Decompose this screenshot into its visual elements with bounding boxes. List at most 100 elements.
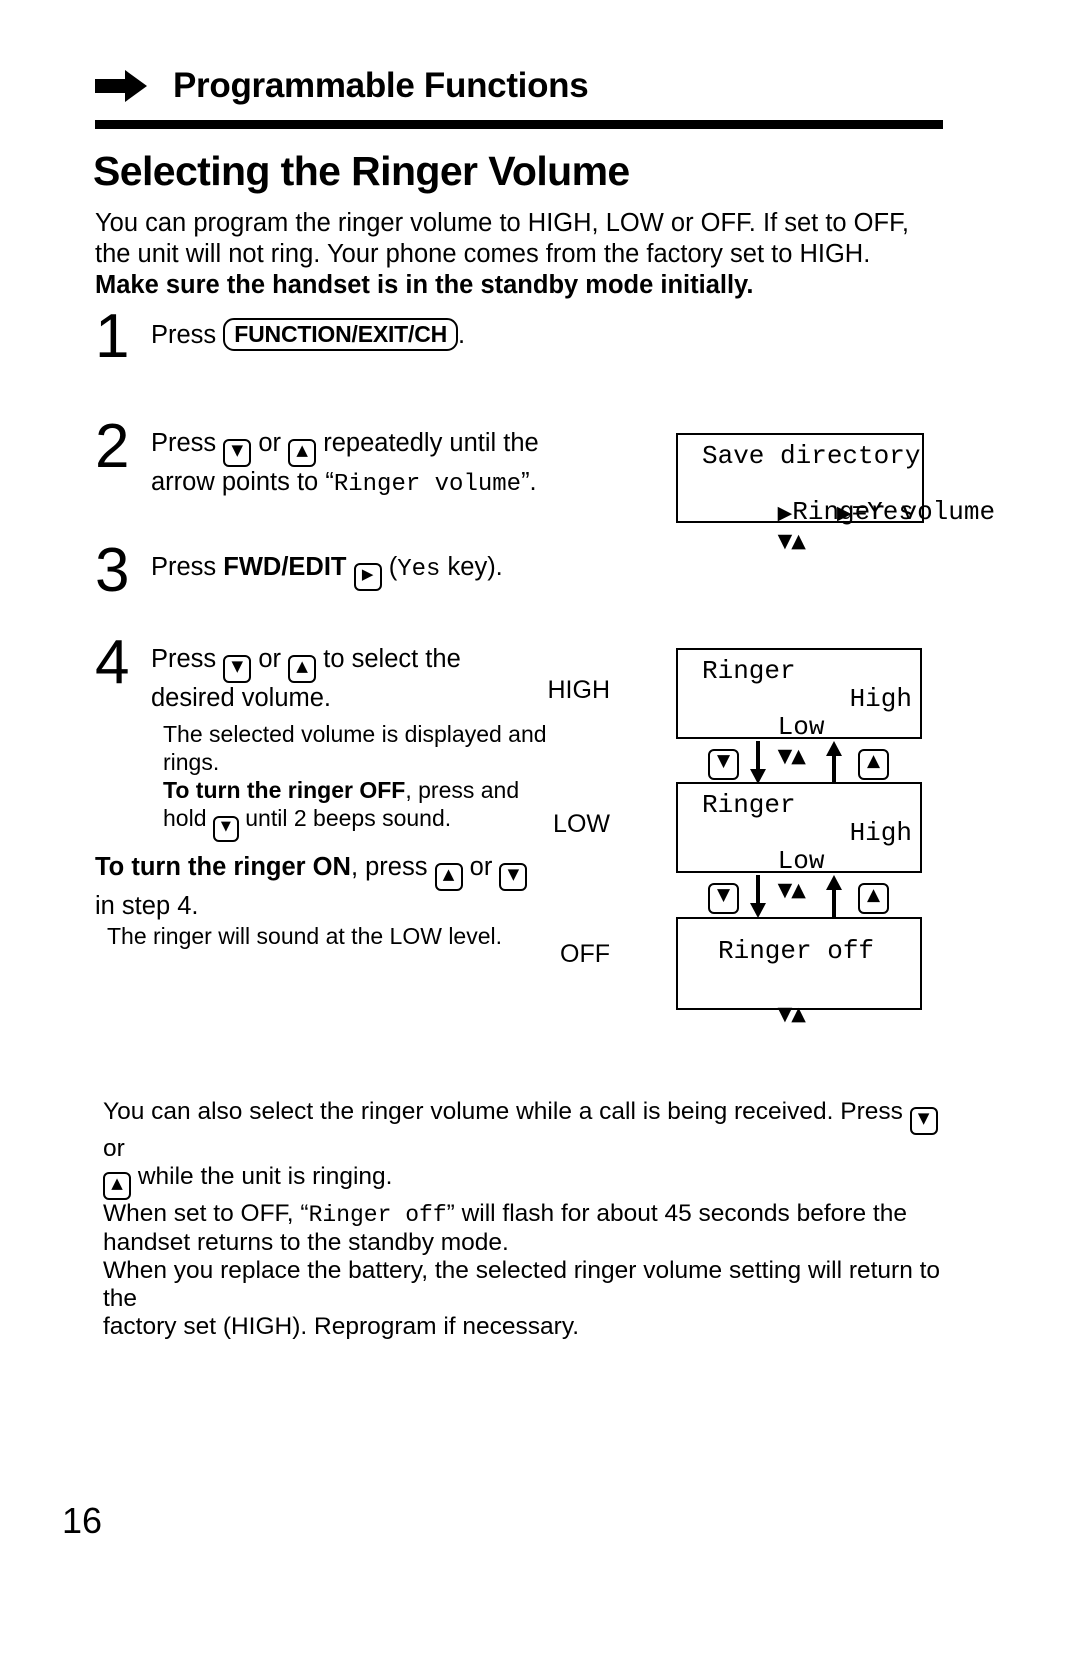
step-3-yes-mono: Yes xyxy=(397,556,441,583)
step-2-press-label: Press xyxy=(151,429,217,457)
step-4-number: 4 xyxy=(95,628,130,697)
step-3: 3 Press FWD/EDIT ▶ (Yes key). xyxy=(95,540,655,612)
lcd-step2-line-2: ▶Ringer volume xyxy=(684,470,995,526)
lcd-display-off: Ringer off ▼▲ xyxy=(676,917,922,1025)
step-3-fwd-edit-label: FWD/EDIT xyxy=(223,553,347,581)
turn-on-bold: To turn the ringer ON xyxy=(95,853,351,881)
flow-connector-1: ▼ ▲ xyxy=(676,741,922,784)
step-2-number: 2 xyxy=(95,412,130,481)
notes-line-3: When set to OFF, “Ringer off” will flash… xyxy=(103,1200,948,1229)
step-4: 4 Press ▼ or ▲ to select the desired vol… xyxy=(95,632,655,842)
step-4-or: or xyxy=(258,645,282,673)
page-title: Programmable Functions xyxy=(173,66,589,105)
lcd-low-line-3: ▼▲ xyxy=(684,847,912,901)
notes-line-2-text: while the unit is ringing. xyxy=(137,1163,393,1190)
turn-on-or: or xyxy=(469,853,493,881)
step-2: 2 Press ▼ or ▲ repeatedly until the arro… xyxy=(95,416,655,508)
right-arrow-icon xyxy=(95,69,147,103)
flow-label-low: LOW xyxy=(553,810,610,838)
notes-line-1: You can also select the ringer volume wh… xyxy=(103,1098,948,1163)
step-2-or: or xyxy=(258,429,282,457)
lcd-yes-text: =Yes xyxy=(851,497,914,527)
step-4-sub-line-4-text: until 2 beeps sound. xyxy=(245,805,452,831)
notes-line-4: handset returns to the standby mode. xyxy=(103,1229,509,1256)
lcd-high-line-1: Ringer xyxy=(702,656,796,686)
up-key[interactable]: ▲ xyxy=(288,655,317,683)
header-divider xyxy=(95,120,943,129)
step-2-mono-label: Ringer volume xyxy=(333,471,522,498)
intro-line-1: You can program the ringer volume to HIG… xyxy=(95,209,909,237)
step-4-sub-line-1: The selected volume is displayed and xyxy=(163,721,547,747)
intro-bold-line: Make sure the handset is in the standby … xyxy=(95,271,754,299)
step-4-text-line2: desired volume. xyxy=(151,684,332,712)
step-2-text-mid: repeatedly until the xyxy=(323,429,539,457)
step-2-text-line2a: arrow points to “ xyxy=(151,468,334,496)
down-key[interactable]: ▼ xyxy=(223,655,252,683)
intro-paragraph: You can program the ringer volume to HIG… xyxy=(95,208,935,301)
bottom-notes: You can also select the ringer volume wh… xyxy=(103,1098,948,1341)
lcd-high-line-2: Low High xyxy=(684,684,912,741)
step-4-hold-label: hold xyxy=(163,805,207,831)
step-3-paren-open: ( xyxy=(388,553,398,581)
lcd-step2-line-3: ▼▲ ▶=Yes xyxy=(684,498,914,552)
lcd-display-low: Ringer Low High ▼▲ xyxy=(676,782,922,901)
down-key[interactable]: ▼ xyxy=(708,749,739,780)
step-4-sub-notes: The selected volume is displayed and rin… xyxy=(163,720,547,842)
page-number: 16 xyxy=(62,1500,103,1541)
down-key[interactable]: ▼ xyxy=(909,1107,938,1135)
lcd-scroll-arrows-icon: ▼▲ xyxy=(777,1003,806,1025)
lcd-display-step2: Save directory ▶Ringer volume ▼▲ ▶=Yes xyxy=(676,433,995,552)
step-1-body: Press FUNCTION/EXIT/CH. xyxy=(151,318,466,352)
intro-line-2: the unit will not ring. Your phone comes… xyxy=(95,240,871,268)
step-4-text-mid: to select the xyxy=(323,645,461,673)
lcd-step2-yes-hint: ▶=Yes xyxy=(837,498,914,527)
notes-line-2: ▲ while the unit is ringing. xyxy=(103,1163,948,1200)
notes-line-3b: ” will flash for about 45 seconds before… xyxy=(446,1200,907,1227)
notes-line-6: factory set (HIGH). Reprogram if necessa… xyxy=(103,1313,580,1340)
step-1-press-label: Press xyxy=(151,321,217,349)
step-4-sub-line-3-text: , press and xyxy=(405,777,520,803)
down-key[interactable]: ▼ xyxy=(223,439,252,467)
step-3-body: Press FWD/EDIT ▶ (Yes key). xyxy=(151,552,503,591)
notes-line-3a: When set to OFF, “ xyxy=(103,1200,309,1227)
lcd-yes-arrow-icon: ▶ xyxy=(836,502,852,524)
step-4-sub-bold: To turn the ringer OFF xyxy=(163,777,406,803)
turn-on-text-1: , press xyxy=(350,853,428,881)
lcd-low-high-label: High xyxy=(849,818,912,848)
notes-ringer-off-mono: Ringer off xyxy=(308,1202,447,1228)
flow-connector-2: ▼ ▲ xyxy=(676,875,922,918)
up-key[interactable]: ▲ xyxy=(434,863,463,891)
flow-label-off: OFF xyxy=(560,940,610,968)
up-key[interactable]: ▲ xyxy=(288,439,317,467)
lcd-high-line-3: ▼▲ xyxy=(684,713,912,767)
lcd-high-high-label: High xyxy=(849,684,912,714)
right-key[interactable]: ▶ xyxy=(353,563,382,591)
lcd-step2-line-1: Save directory xyxy=(702,441,921,471)
up-key[interactable]: ▲ xyxy=(858,749,889,780)
down-key[interactable]: ▼ xyxy=(212,816,239,842)
step-4-sub-line-2: rings. xyxy=(163,749,220,775)
down-key[interactable]: ▼ xyxy=(499,863,528,891)
down-key[interactable]: ▼ xyxy=(708,883,739,914)
step-4-body: Press ▼ or ▲ to select the desired volum… xyxy=(151,644,547,842)
lcd-off-line-2: ▼▲ xyxy=(684,971,912,1025)
flow-label-high: HIGH xyxy=(547,676,611,704)
step-1-period: . xyxy=(458,321,466,349)
step-3-paren-close: key). xyxy=(440,553,503,581)
lcd-off-line-1: Ringer off xyxy=(718,936,875,966)
notes-line-5: When you replace the battery, the select… xyxy=(103,1257,941,1312)
up-key[interactable]: ▲ xyxy=(103,1172,131,1200)
section-title: Selecting the Ringer Volume xyxy=(93,148,630,194)
step-1: 1 Press FUNCTION/EXIT/CH. xyxy=(95,306,655,388)
lcd-scroll-arrows-icon: ▼▲ xyxy=(777,530,806,552)
notes-line-1-or: or xyxy=(103,1135,125,1162)
lcd-low-line-1: Ringer xyxy=(702,790,796,820)
lcd-display-high: Ringer Low High ▼▲ xyxy=(676,648,922,767)
turn-ringer-on-block: To turn the ringer ON, press ▲ or ▼ in s… xyxy=(95,852,625,922)
up-key[interactable]: ▲ xyxy=(858,883,889,914)
function-exit-ch-key[interactable]: FUNCTION/EXIT/CH xyxy=(223,318,459,352)
step-1-number: 1 xyxy=(95,302,130,371)
step-3-press-label: Press xyxy=(151,553,217,581)
step-4-sub-line-3: To turn the ringer OFF, press and xyxy=(163,776,547,804)
turn-on-line-2: in step 4. xyxy=(95,892,199,920)
